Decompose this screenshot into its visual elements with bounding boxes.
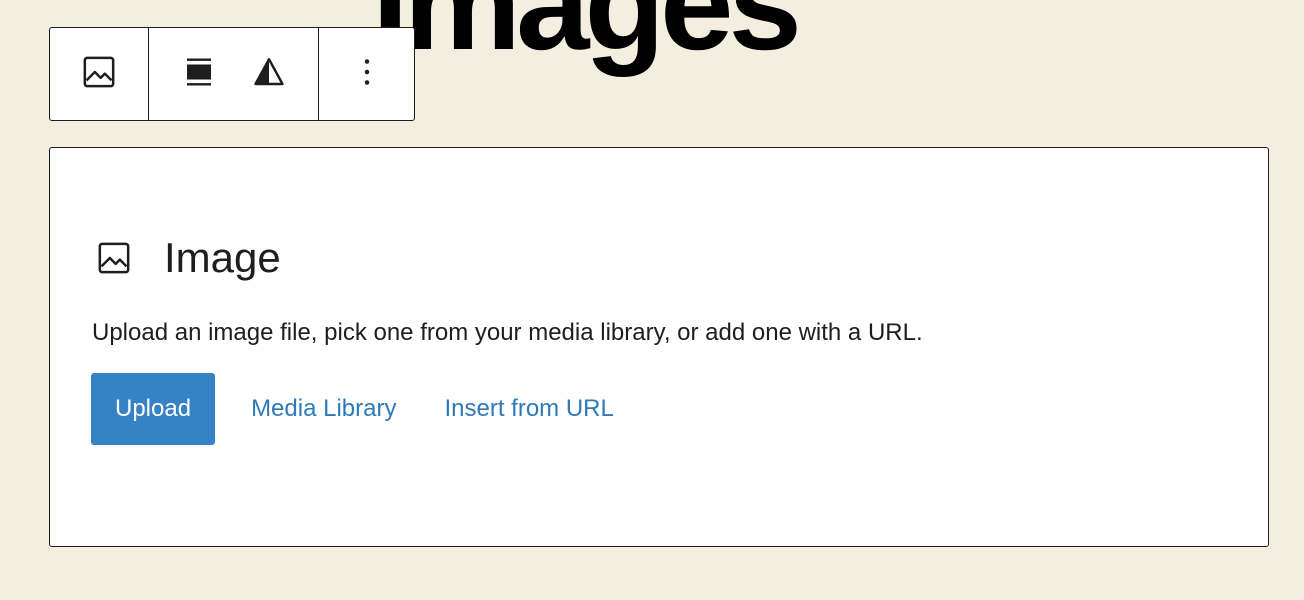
upload-button[interactable]: Upload <box>91 373 216 445</box>
placeholder-instructions: Upload an image file, pick one from your… <box>92 319 923 346</box>
image-icon <box>79 52 119 97</box>
more-options-button[interactable] <box>343 50 391 98</box>
toolbar-group-align <box>148 28 318 120</box>
placeholder-label: Image <box>94 234 281 282</box>
image-icon <box>94 238 134 278</box>
page-heading: Images <box>372 0 802 77</box>
more-vertical-icon <box>349 54 385 95</box>
contrast-triangle-icon <box>251 54 287 95</box>
placeholder-title: Image <box>164 234 281 281</box>
media-library-button[interactable]: Media Library <box>227 373 420 445</box>
duotone-button[interactable] <box>245 50 293 98</box>
block-type-button[interactable] <box>75 50 123 98</box>
toolbar-group-block <box>50 28 148 120</box>
align-center-icon <box>181 54 217 95</box>
insert-from-url-button[interactable]: Insert from URL <box>420 373 637 445</box>
align-button[interactable] <box>175 50 223 98</box>
image-placeholder: Image Upload an image file, pick one fro… <box>49 147 1269 547</box>
placeholder-actions: Upload Media Library Insert from URL <box>91 373 638 445</box>
block-toolbar <box>49 27 415 121</box>
toolbar-group-more <box>318 28 414 120</box>
